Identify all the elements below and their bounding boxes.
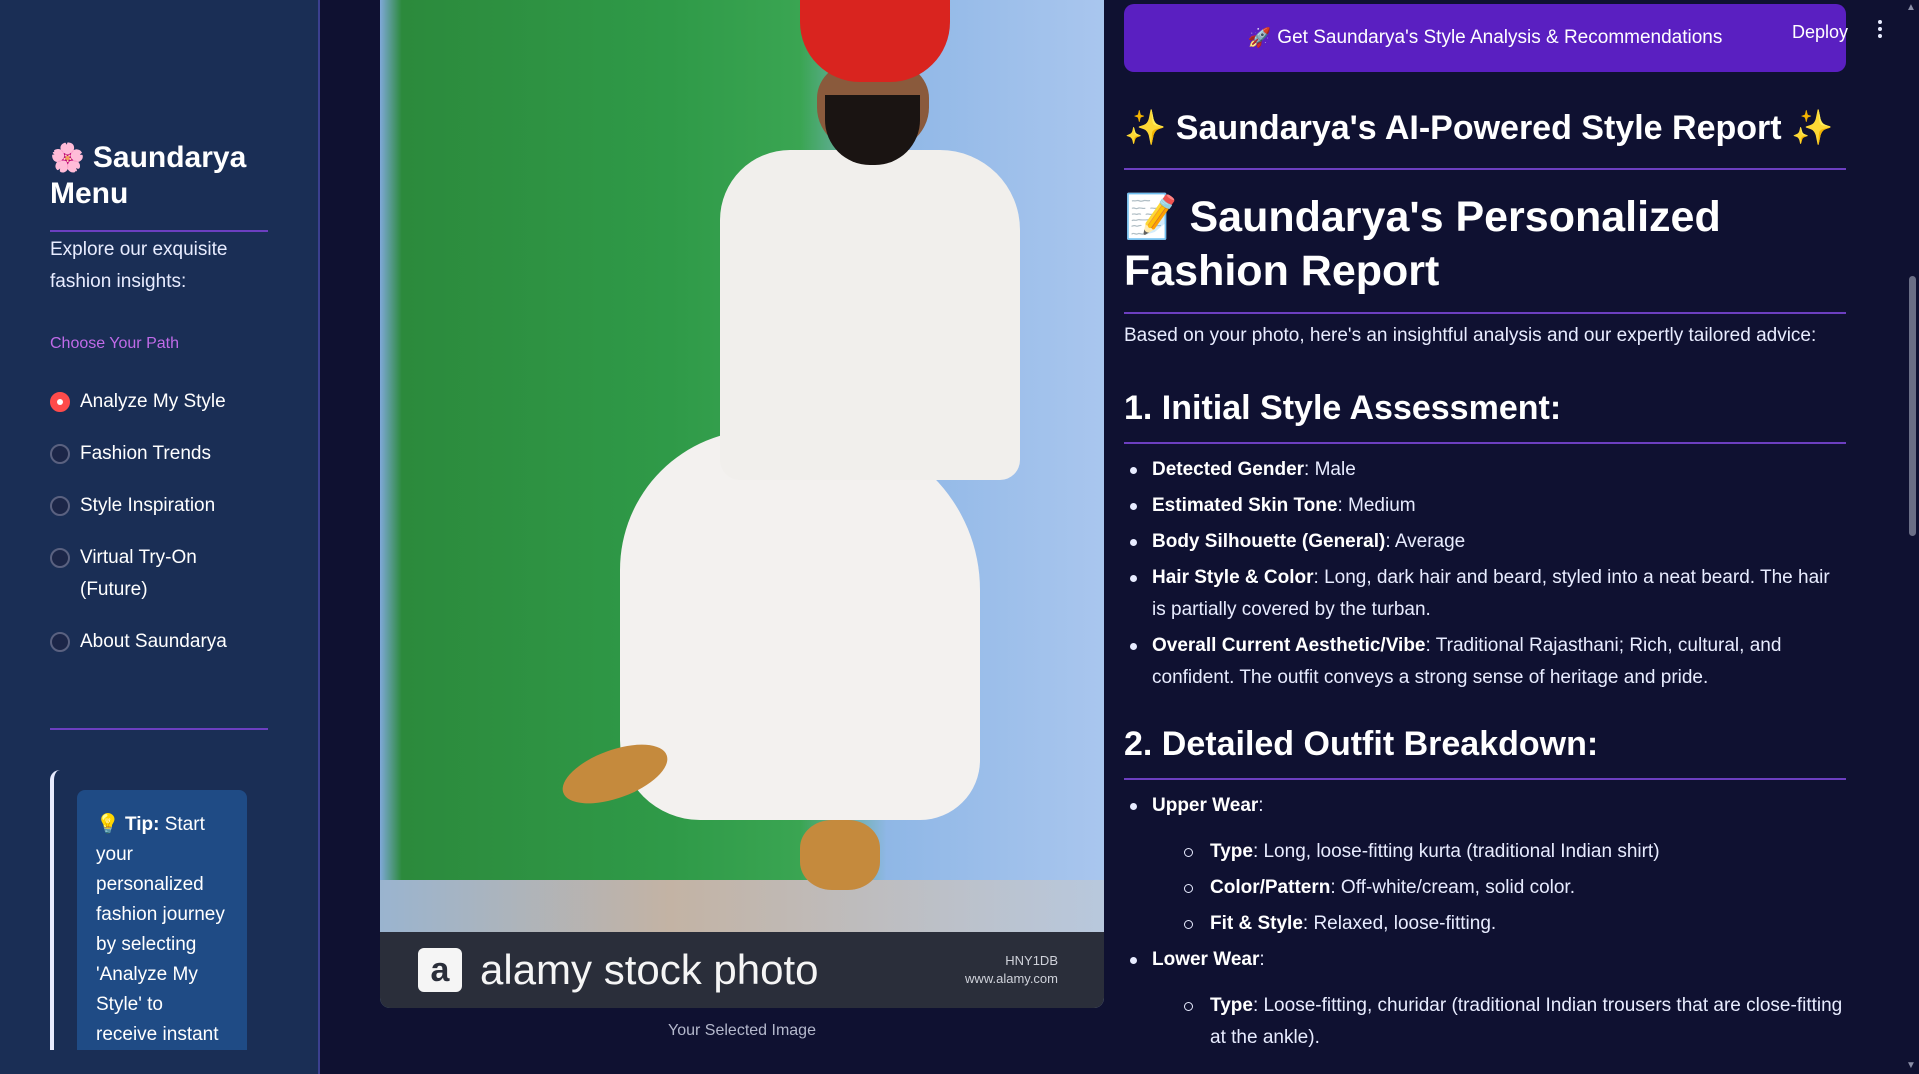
- radio-virtual-try-on[interactable]: Virtual Try-On (Future): [50, 542, 300, 606]
- outfit-list: Upper Wear: Type: Long, loose-fitting ku…: [1124, 790, 1846, 1054]
- watermark-band: a alamy stock photo HNY1DB www.alamy.com: [380, 932, 1104, 1008]
- radio-analyze-my-style[interactable]: Analyze My Style: [50, 386, 300, 418]
- kebab-menu-icon[interactable]: [1876, 20, 1884, 44]
- radio-label[interactable]: Style Inspiration: [80, 490, 230, 522]
- list-item: Color/Pattern: Off-white/cream, solid co…: [1152, 872, 1846, 904]
- lower-wear-list: Type: Loose-fitting, churidar (tradition…: [1152, 990, 1846, 1054]
- scrollbar[interactable]: [1906, 0, 1919, 1074]
- sidebar: 🌸 Saundarya Menu Explore our exquisite fa…: [0, 0, 320, 1074]
- watermark-id: HNY1DB: [1005, 953, 1058, 968]
- upper-wear-list: Type: Long, loose-fitting kurta (traditi…: [1152, 836, 1846, 940]
- memo-icon: 📝: [1124, 193, 1178, 241]
- list-item: Detected Gender: Male: [1124, 454, 1846, 486]
- divider: [50, 230, 268, 232]
- get-style-analysis-button[interactable]: 🚀 Get Saundarya's Style Analysis & Recom…: [1124, 4, 1846, 72]
- sparkles-icon: ✨: [1124, 109, 1167, 147]
- sidebar-description: Explore our exquisite fashion insights:: [50, 239, 228, 292]
- scroll-up-arrow-icon[interactable]: ▲: [1906, 2, 1916, 13]
- list-item: Estimated Skin Tone: Medium: [1124, 490, 1846, 522]
- watermark-meta: HNY1DB www.alamy.com: [965, 952, 1058, 988]
- list-item: Upper Wear: Type: Long, loose-fitting ku…: [1124, 790, 1846, 940]
- radio-style-inspiration[interactable]: Style Inspiration: [50, 490, 300, 522]
- watermark-url: www.alamy.com: [965, 971, 1058, 986]
- personalized-report-title: 📝 Saundarya's Personalized Fashion Repor…: [1124, 190, 1846, 314]
- image-caption: Your Selected Image: [668, 1022, 816, 1039]
- image-figure-kurta: [720, 150, 1020, 480]
- list-item: Fit & Style: Relaxed, loose-fitting.: [1152, 908, 1846, 940]
- flower-icon: 🌸: [50, 142, 85, 173]
- selected-image: a alamy stock photo HNY1DB www.alamy.com: [380, 0, 1104, 1008]
- tip-accent-bar: [50, 770, 60, 1050]
- image-figure-pants: [620, 430, 980, 820]
- report-content: ✨ Saundarya's AI-Powered Style Report ✨ …: [1124, 104, 1846, 1058]
- deploy-button[interactable]: Deploy: [1792, 22, 1848, 43]
- list-item: Overall Current Aesthetic/Vibe: Traditio…: [1124, 630, 1846, 694]
- list-item: Type: Long, loose-fitting kurta (traditi…: [1152, 836, 1846, 868]
- radio-button[interactable]: [50, 632, 70, 652]
- image-ground: [380, 880, 1104, 940]
- list-item: Hair Style & Color: Long, dark hair and …: [1124, 562, 1846, 626]
- cta-label[interactable]: Get Saundarya's Style Analysis & Recomme…: [1277, 27, 1722, 49]
- radio-label[interactable]: Analyze My Style: [80, 386, 230, 418]
- watermark-text: alamy stock photo: [480, 946, 819, 993]
- rocket-icon: 🚀: [1247, 28, 1272, 49]
- scroll-down-arrow-icon[interactable]: ▼: [1906, 1060, 1916, 1071]
- report-title: ✨ Saundarya's AI-Powered Style Report ✨: [1124, 104, 1846, 170]
- tip-text: Start your personalized fashion journey …: [96, 814, 225, 1045]
- assessment-list: Detected Gender: Male Estimated Skin Ton…: [1124, 454, 1846, 694]
- watermark-logo: a: [418, 948, 462, 992]
- radio-about-saundarya[interactable]: About Saundarya: [50, 626, 300, 658]
- lightbulb-icon: 💡: [96, 814, 120, 835]
- tip-label: Tip:: [124, 814, 160, 835]
- path-radio-group: Analyze My Style Fashion Trends Style In…: [50, 386, 300, 678]
- list-item: Type: Loose-fitting, churidar (tradition…: [1152, 990, 1846, 1054]
- radio-button[interactable]: [50, 444, 70, 464]
- radio-label[interactable]: Virtual Try-On (Future): [80, 542, 230, 606]
- radio-label[interactable]: Fashion Trends: [80, 438, 230, 470]
- sparkles-icon: ✨: [1791, 109, 1834, 147]
- section-heading: 2. Detailed Outfit Breakdown:: [1124, 722, 1846, 780]
- sidebar-title: 🌸 Saundarya Menu: [50, 141, 247, 210]
- image-figure-shoe: [800, 820, 880, 890]
- radio-fashion-trends[interactable]: Fashion Trends: [50, 438, 300, 470]
- tip-box: 💡 Tip: Start your personalized fashion j…: [77, 790, 247, 1050]
- scrollbar-thumb[interactable]: [1909, 276, 1916, 536]
- radio-label[interactable]: About Saundarya: [80, 626, 230, 658]
- radio-button-selected[interactable]: [50, 392, 70, 412]
- list-item: Body Silhouette (General): Average: [1124, 526, 1846, 558]
- report-intro: Based on your photo, here's an insightfu…: [1124, 325, 1817, 346]
- radio-button[interactable]: [50, 548, 70, 568]
- divider: [50, 728, 268, 730]
- radio-button[interactable]: [50, 496, 70, 516]
- list-item: Lower Wear: Type: Loose-fitting, churida…: [1124, 944, 1846, 1054]
- section-heading: 1. Initial Style Assessment:: [1124, 386, 1846, 444]
- choose-path-label: Choose Your Path: [50, 335, 179, 352]
- image-figure-turban: [800, 0, 950, 82]
